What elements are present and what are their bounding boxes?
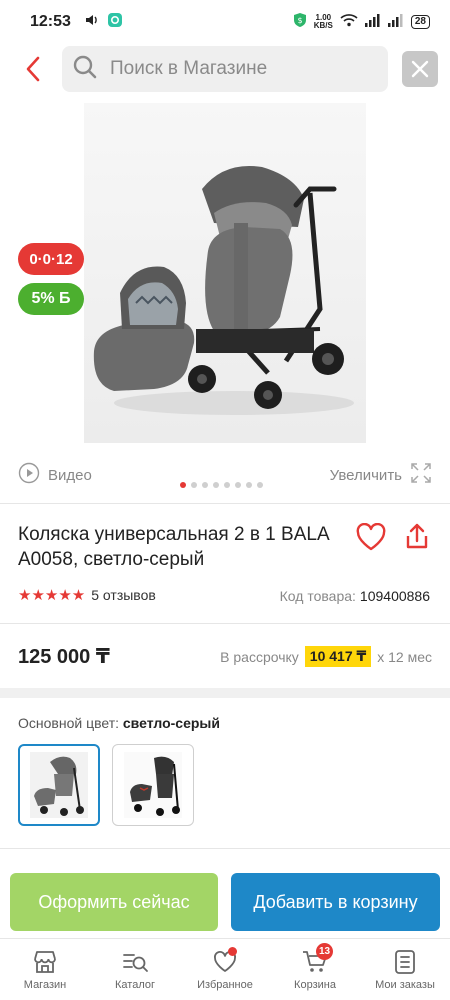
price: 125 000 ₸ xyxy=(18,646,110,668)
product-code: Код товара: 109400886 xyxy=(280,588,430,604)
color-swatch-light-gray[interactable] xyxy=(18,744,100,826)
bottom-navigation: Магазин Каталог Избранное 13 Корзина Мои… xyxy=(0,938,450,1000)
pagination-dot[interactable] xyxy=(191,482,197,488)
nav-item-orders[interactable]: Мои заказы xyxy=(360,939,450,1000)
favorite-button[interactable] xyxy=(354,520,388,554)
divider xyxy=(0,623,450,624)
close-button[interactable] xyxy=(402,51,438,87)
wifi-icon xyxy=(340,13,358,32)
installment-label: В рассрочку xyxy=(220,648,299,665)
shop-icon xyxy=(34,951,56,973)
net-speed: 1.00 KB/S xyxy=(313,13,333,30)
add-to-cart-button[interactable]: Добавить в корзину xyxy=(231,873,440,931)
product-image[interactable] xyxy=(84,103,366,443)
installment-term: x 12 мес xyxy=(377,648,432,665)
installment-badge: 0·0·12 xyxy=(18,243,84,275)
signal-icon-2 xyxy=(387,13,404,32)
expand-icon xyxy=(410,462,432,488)
pagination-dot[interactable] xyxy=(246,482,252,488)
status-time: 12:53 xyxy=(30,13,71,30)
pagination-dot[interactable] xyxy=(213,482,219,488)
rating-stars: ★★★★★ xyxy=(18,587,86,604)
product-title: Коляска универсальная 2 в 1 BALA A0058, … xyxy=(18,524,329,570)
sku-value: 109400886 xyxy=(359,588,430,604)
vpn-shield-icon: $ xyxy=(293,12,307,33)
pagination-dot[interactable] xyxy=(202,482,208,488)
status-bar: 12:53 $ 1.00 KB/S 28 xyxy=(0,0,450,44)
play-icon xyxy=(18,462,40,488)
image-pagination[interactable] xyxy=(180,482,263,488)
search-placeholder: Поиск в Магазине xyxy=(110,58,268,79)
installment-amount: 10 417 ₸ xyxy=(304,646,372,667)
installment-info[interactable]: В рассрочку 10 417 ₸ x 12 мес xyxy=(220,646,432,667)
heart-icon xyxy=(356,523,386,551)
pagination-dot[interactable] xyxy=(235,482,241,488)
search-input[interactable]: Поиск в Магазине xyxy=(62,46,388,92)
search-icon xyxy=(72,54,98,85)
color-label: Основной цвет: светло-серый xyxy=(18,715,220,731)
share-button[interactable] xyxy=(400,520,434,554)
nav-item-cart[interactable]: 13 Корзина xyxy=(270,939,360,1000)
battery-icon: 28 xyxy=(410,15,430,29)
video-label: Видео xyxy=(48,466,92,484)
pagination-dot[interactable] xyxy=(257,482,263,488)
app-notification-icon xyxy=(107,12,123,33)
zoom-button[interactable]: Увеличить xyxy=(330,462,432,488)
orders-icon xyxy=(395,950,415,974)
back-button[interactable] xyxy=(18,54,48,84)
reviews-link[interactable]: 5 отзывов xyxy=(91,587,156,603)
chevron-left-icon xyxy=(26,56,40,82)
sku-label: Код товара: xyxy=(279,588,356,604)
divider xyxy=(0,503,450,504)
nav-item-catalog[interactable]: Каталог xyxy=(90,939,180,1000)
favorites-indicator xyxy=(228,947,237,956)
pagination-dot[interactable] xyxy=(180,482,186,488)
nav-item-favorites[interactable]: Избранное xyxy=(180,939,270,1000)
divider xyxy=(0,848,450,849)
zoom-label: Увеличить xyxy=(329,466,402,484)
cart-count-badge: 13 xyxy=(316,943,334,960)
share-icon xyxy=(406,523,428,549)
search-header: Поиск в Магазине xyxy=(0,44,450,94)
pagination-dot[interactable] xyxy=(224,482,230,488)
color-swatch-dark[interactable] xyxy=(112,744,194,826)
color-value: светло-серый xyxy=(122,715,220,731)
rating-row[interactable]: ★★★★★ 5 отзывов xyxy=(18,586,156,604)
nav-item-shop[interactable]: Магазин xyxy=(0,939,90,1000)
signal-icon xyxy=(364,13,381,32)
bonus-badge: 5% Б xyxy=(18,283,84,315)
buy-now-button[interactable]: Оформить сейчас xyxy=(10,873,218,931)
sound-icon xyxy=(85,13,99,32)
section-separator xyxy=(0,688,450,698)
video-button[interactable]: Видео xyxy=(18,462,92,488)
catalog-icon xyxy=(123,954,148,972)
svg-text:$: $ xyxy=(297,16,302,25)
close-icon xyxy=(411,60,429,78)
